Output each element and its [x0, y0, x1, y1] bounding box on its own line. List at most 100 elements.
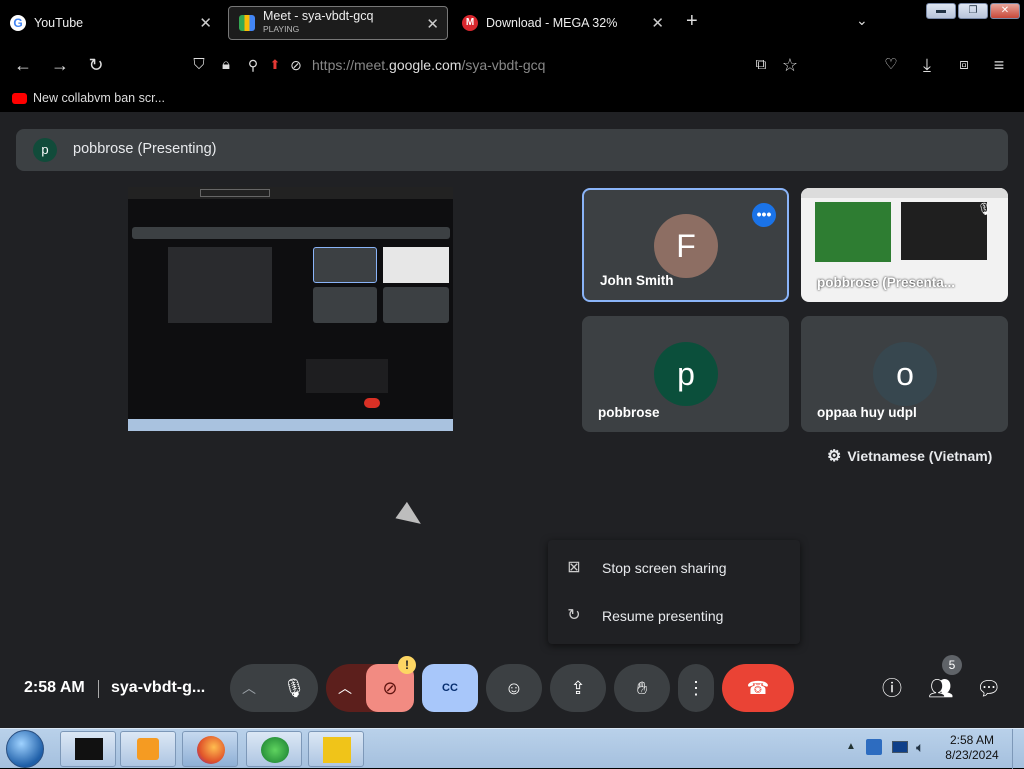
- close-box-icon: ⊠: [567, 559, 581, 576]
- pocket-icon[interactable]: ♡: [880, 54, 902, 76]
- captions-button[interactable]: CC: [422, 664, 478, 712]
- more-vertical-icon: ⋮: [687, 678, 705, 698]
- bookmark-item[interactable]: New collabvm ban scr...: [12, 91, 165, 105]
- media-player-icon: [137, 738, 159, 760]
- close-window-button[interactable]: ✕: [990, 3, 1020, 19]
- taskbar-app-firefox[interactable]: [182, 731, 238, 767]
- participant-tile-oppaa[interactable]: o oppaa huy udpl: [801, 316, 1008, 432]
- participant-name: oppaa huy udpl: [817, 405, 917, 420]
- audio-options-chevron-icon[interactable]: ︿: [242, 664, 256, 712]
- reactions-button[interactable]: ☺: [486, 664, 542, 712]
- end-call-button[interactable]: ☎︎: [722, 664, 794, 712]
- download-icon[interactable]: ⤓: [916, 54, 938, 76]
- participant-count-badge: 5: [942, 655, 962, 675]
- bookmark-star-icon[interactable]: ☆: [779, 54, 801, 76]
- windows-taskbar: ▲ 🔈︎ 2:58 AM 8/23/2024: [0, 728, 1024, 769]
- lock-icon[interactable]: 🔒︎: [215, 54, 237, 76]
- preview-end-call: [364, 398, 380, 408]
- people-icon[interactable]: 👥︎: [928, 677, 953, 701]
- refresh-icon: ↻: [567, 607, 581, 624]
- stop-screen-sharing-item[interactable]: ⊠ Stop screen sharing: [548, 544, 800, 592]
- meeting-info-icon[interactable]: ⓘ: [880, 677, 904, 701]
- preview-nested-screen: [168, 247, 272, 323]
- participant-tile-john-smith[interactable]: F ••• John Smith: [582, 188, 789, 302]
- network-icon[interactable]: [892, 741, 908, 753]
- video-options-chevron-icon[interactable]: ︿: [338, 664, 352, 712]
- presenting-banner: p pobbrose (Presenting): [16, 129, 1008, 171]
- minimize-button[interactable]: ▬: [926, 3, 956, 19]
- close-icon[interactable]: ✕: [651, 14, 664, 32]
- avatar: o: [873, 342, 937, 406]
- taskbar-clock[interactable]: 2:58 AM 8/23/2024: [944, 733, 1000, 763]
- tab-meet[interactable]: Meet - sya-vbdt-gcq PLAYING ✕: [228, 6, 448, 40]
- presenting-label: pobbrose (Presenting): [73, 141, 217, 157]
- show-desktop-button[interactable]: [1012, 729, 1024, 769]
- extensions-icon[interactable]: ⧈: [953, 54, 975, 76]
- avatar: p: [654, 342, 718, 406]
- avatar: F: [654, 214, 718, 278]
- tab-youtube[interactable]: G YouTube ✕: [0, 6, 220, 40]
- participant-name: John Smith: [600, 273, 674, 288]
- present-screen-button[interactable]: ⇪: [550, 664, 606, 712]
- closed-captions-icon: CC: [442, 682, 458, 694]
- screen-share-indicator-icon[interactable]: ⬆: [264, 54, 286, 76]
- taskbar-app-file-manager[interactable]: [308, 731, 364, 767]
- close-icon[interactable]: ✕: [199, 14, 212, 32]
- chat-icon[interactable]: 💬︎: [976, 677, 1001, 701]
- current-time: 2:58 AM: [24, 679, 85, 696]
- taskbar-app-media-player[interactable]: [120, 731, 176, 767]
- restore-button[interactable]: ❐: [958, 3, 988, 19]
- participant-tile-pobbrose[interactable]: p pobbrose: [582, 316, 789, 432]
- meet-call-area: p pobbrose (Presenting) F ••• John Smith…: [0, 112, 1024, 728]
- navigation-bar: ← → ↻ ⛉ 🔒︎ ⚲ ⬆ ⊘ https://meet.google.com…: [0, 44, 1024, 86]
- more-options-button[interactable]: ⋮: [678, 664, 714, 712]
- picture-in-picture-icon[interactable]: ⧉: [750, 54, 772, 76]
- tab-title: YouTube: [34, 16, 84, 30]
- preview-presenting-bar: [132, 227, 450, 239]
- tray-app-icon[interactable]: [866, 739, 882, 755]
- resume-presenting-item[interactable]: ↻ Resume presenting: [548, 592, 800, 640]
- tab-title: Download - MEGA 32%: [486, 16, 618, 30]
- youtube-icon: [12, 92, 27, 104]
- presentation-menu: ⊠ Stop screen sharing ↻ Resume presentin…: [548, 540, 800, 644]
- new-tab-button[interactable]: +: [686, 10, 698, 33]
- back-arrow-icon[interactable]: ←: [12, 54, 34, 76]
- avatar: p: [33, 138, 57, 162]
- raise-hand-button[interactable]: ✋︎: [614, 664, 670, 712]
- terminal-icon: [75, 738, 103, 760]
- participant-tile-pobbrose-presenting[interactable]: 🎙︎ pobbrose (Presenta...: [801, 188, 1008, 302]
- volume-icon[interactable]: 🔈︎: [916, 739, 924, 756]
- forward-arrow-icon[interactable]: →: [49, 54, 71, 76]
- taskbar-app-download-manager[interactable]: [246, 731, 302, 767]
- tray-expand-icon[interactable]: ▲: [846, 741, 856, 752]
- tab-list-chevron-icon[interactable]: ⌄: [856, 12, 868, 29]
- mega-icon: M: [462, 15, 478, 31]
- camera-blocked-icon[interactable]: ⊘: [285, 54, 307, 76]
- tab-playing-label: PLAYING: [263, 24, 300, 34]
- url-bar[interactable]: https://meet.google.com/sya-vbdt-gcq: [312, 57, 545, 73]
- participant-name: pobbrose (Presenta...: [817, 275, 956, 290]
- permissions-icon[interactable]: ⚲: [242, 54, 264, 76]
- taskbar-app-terminal[interactable]: [60, 731, 116, 767]
- more-options-icon[interactable]: •••: [752, 203, 776, 227]
- tab-mega[interactable]: M Download - MEGA 32% ✕: [452, 6, 672, 40]
- alert-badge: !: [398, 656, 416, 674]
- reload-icon[interactable]: ↻: [85, 54, 107, 76]
- shared-screen-preview: [128, 187, 453, 431]
- meet-icon: [239, 15, 255, 31]
- hang-up-icon: ☎︎: [746, 678, 770, 698]
- file-manager-icon: [323, 737, 351, 763]
- stream-video-thumbnail: [815, 202, 891, 262]
- preview-taskbar: [128, 419, 453, 431]
- shield-icon[interactable]: ⛉: [188, 54, 210, 76]
- google-g-icon: G: [10, 15, 26, 31]
- caption-language-setting[interactable]: ⚙ Vietnamese (Vietnam): [827, 446, 992, 466]
- start-button[interactable]: [6, 730, 44, 768]
- meeting-code[interactable]: sya-vbdt-g...: [111, 679, 205, 697]
- close-icon[interactable]: ✕: [426, 15, 439, 33]
- bookmarks-bar: New collabvm ban scr...: [0, 86, 1024, 112]
- camera-control: ︿ ⊘ !: [326, 656, 416, 712]
- microphone-button[interactable]: 🎙︎: [272, 666, 316, 710]
- menu-hamburger-icon[interactable]: ≡: [988, 54, 1010, 76]
- microphone-control: ︿ 🎙︎: [230, 664, 318, 712]
